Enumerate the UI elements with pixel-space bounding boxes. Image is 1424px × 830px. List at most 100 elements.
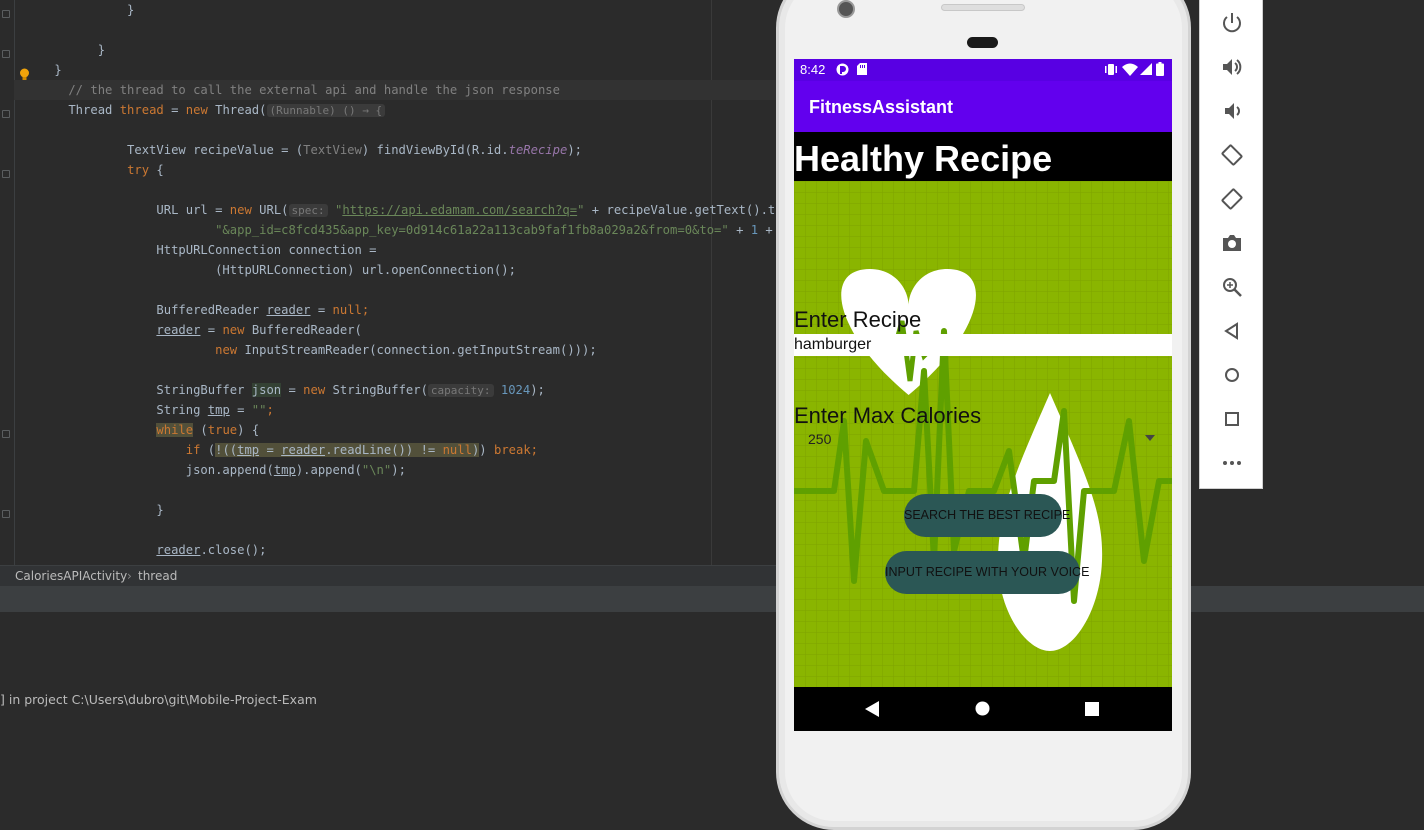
code-token: BufferedReader(	[251, 323, 362, 337]
recipe-label: Enter Recipe	[794, 307, 922, 332]
code-token: (Runnable) () → {	[266, 104, 386, 117]
code-token: break	[493, 443, 531, 457]
breadcrumb-member[interactable]: thread	[138, 566, 177, 586]
page-heading: Healthy Recipe	[794, 132, 1172, 181]
recipe-input-value: hamburger	[794, 336, 872, 353]
code-token: =	[229, 403, 252, 417]
code-token: while	[156, 423, 194, 437]
code-line[interactable]: }	[0, 500, 163, 520]
code-line[interactable]: reader.close();	[0, 540, 266, 560]
code-token: null	[442, 443, 472, 457]
code-token: (	[193, 423, 208, 437]
code-line[interactable]: BufferedReader reader = null;	[0, 300, 369, 320]
code-token: new	[303, 383, 333, 397]
code-token: Thread(	[215, 103, 267, 117]
app-bar: FitnessAssistant	[794, 81, 1172, 132]
code-token: StringBuffer	[39, 383, 252, 397]
more-icon[interactable]	[1220, 451, 1244, 475]
code-token: spec:	[288, 204, 328, 217]
home-icon[interactable]	[1220, 363, 1244, 387]
rotate-right-icon[interactable]	[1220, 187, 1244, 211]
code-token: =	[281, 383, 304, 397]
code-token: true	[207, 423, 238, 437]
code-line[interactable]: }	[0, 40, 105, 60]
nav-overview-icon[interactable]	[1085, 702, 1099, 716]
app-title: FitnessAssistant	[809, 97, 954, 117]
code-token: new	[222, 323, 252, 337]
code-line[interactable]: HttpURLConnection connection =	[0, 240, 377, 260]
phone-top-bar	[941, 4, 1025, 11]
code-token: + recipeValue.getText().toString() +	[591, 203, 776, 217]
code-token: ;	[530, 443, 539, 457]
signal-icon	[1140, 63, 1152, 75]
breadcrumb: CaloriesAPIActivity › thread	[0, 565, 776, 586]
code-token: tmp	[273, 463, 296, 477]
code-token: try	[127, 163, 157, 177]
sd-card-icon	[857, 63, 867, 75]
status-time: 8:42	[800, 62, 826, 77]
code-token: "\n"	[361, 463, 392, 477]
code-line[interactable]: Thread thread = new Thread((Runnable) ()…	[0, 100, 386, 120]
code-line[interactable]: }	[0, 0, 134, 20]
code-token: HttpURLConnection connection =	[39, 243, 377, 257]
code-line[interactable]: // the thread to call the external api a…	[14, 80, 776, 100]
code-editor[interactable]: } } } // the thread to call the external…	[0, 0, 776, 565]
rotate-left-icon[interactable]	[1220, 143, 1244, 167]
breadcrumb-file[interactable]: CaloriesAPIActivity	[15, 566, 127, 586]
app-notification-icon	[836, 63, 849, 76]
phone-screen[interactable]: 8:42 FitnessAssistant Healthy Recipe Ent…	[794, 59, 1172, 731]
project-path-text: ] in project C:\Users\dubro\git\Mobile-P…	[0, 692, 317, 707]
overview-icon[interactable]	[1220, 407, 1244, 431]
recipe-input[interactable]: hamburger	[794, 334, 1172, 356]
code-line[interactable]: json.append(tmp).append("\n");	[0, 460, 406, 480]
search-recipe-button[interactable]: SEARCH THE BEST RECIPE	[904, 494, 1070, 537]
code-line[interactable]: }	[0, 60, 61, 80]
voice-input-button[interactable]: INPUT RECIPE WITH YOUR VOICE	[885, 551, 1089, 594]
nav-back-icon[interactable]	[865, 701, 879, 717]
code-line[interactable]: "&app_id=c8fcd435&app_key=0d914c61a22a11…	[0, 220, 776, 240]
nav-home-icon[interactable]	[975, 701, 990, 716]
dropdown-arrow-icon	[1145, 435, 1155, 441]
code-token: =	[163, 103, 186, 117]
battery-icon	[1156, 62, 1164, 76]
code-line[interactable]: reader = new BufferedReader(	[0, 320, 362, 340]
breadcrumb-separator: ›	[127, 569, 132, 583]
code-token: .readLine()) !=	[325, 443, 443, 457]
wifi-icon	[1122, 63, 1138, 76]
code-line[interactable]: try {	[0, 160, 164, 180]
code-token: }	[39, 43, 106, 57]
code-token: String	[39, 403, 208, 417]
code-token: +	[728, 223, 751, 237]
code-token: =	[200, 323, 223, 337]
code-token: );	[530, 383, 545, 397]
back-icon[interactable]	[1220, 319, 1244, 343]
code-line[interactable]: TextView recipeValue = (TextView) findVi…	[0, 140, 582, 160]
code-line[interactable]: String tmp = "";	[0, 400, 273, 420]
code-token: );	[567, 143, 582, 157]
code-line[interactable]: (HttpURLConnection) url.openConnection()…	[0, 260, 516, 280]
heading-text: Healthy Recipe	[794, 138, 1053, 179]
code-line[interactable]: while (true) {	[0, 420, 259, 440]
code-token: capacity:	[427, 384, 494, 397]
code-token: =	[259, 443, 282, 457]
code-token: reader	[266, 303, 311, 317]
code-line[interactable]: new InputStreamReader(connection.getInpu…	[0, 340, 597, 360]
code-line[interactable]: StringBuffer json = new StringBuffer(cap…	[0, 380, 545, 400]
volume-up-icon[interactable]	[1220, 55, 1244, 79]
power-icon[interactable]	[1220, 11, 1244, 35]
editor-gutter[interactable]	[0, 0, 15, 565]
camera-icon[interactable]	[1220, 231, 1244, 255]
calories-spinner[interactable]: 250	[794, 429, 1164, 449]
code-token: .close();	[200, 543, 267, 557]
code-token: )	[479, 443, 494, 457]
volume-down-icon[interactable]	[1220, 99, 1244, 123]
code-token: Thread	[39, 103, 120, 117]
code-line[interactable]: if (!((tmp = reader.readLine()) != null)…	[0, 440, 538, 460]
code-token: !((	[215, 443, 238, 457]
code-line[interactable]: URL url = new URL(spec: "https://api.eda…	[0, 200, 776, 220]
earpiece	[967, 37, 998, 48]
zoom-icon[interactable]	[1220, 275, 1244, 299]
